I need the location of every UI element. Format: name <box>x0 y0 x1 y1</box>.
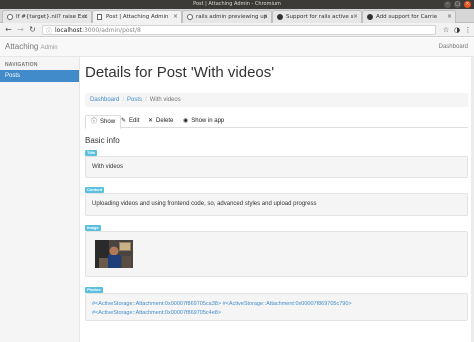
address-path: :3000/admin/post/8 <box>81 27 141 34</box>
field-value-content: Uploading videos and using frontend code… <box>85 193 468 216</box>
info-icon: ⓘ <box>91 119 98 125</box>
sidebar: NAVIGATION Posts <box>0 57 80 342</box>
breadcrumb-current: With videos <box>149 97 181 103</box>
globe-icon <box>7 14 13 20</box>
browser-tab-label: Support for rails active s <box>286 14 354 20</box>
browser-tab[interactable]: Add support for Carrie × <box>362 10 456 23</box>
close-tab-icon[interactable]: × <box>83 11 88 23</box>
breadcrumb: Dashboard / Posts / With videos <box>85 93 468 107</box>
image-thumbnail[interactable] <box>95 240 133 268</box>
browser-toolbar: ← → ↻ ⓘ localhost:3000/admin/post/8 ☆ ◑ … <box>0 23 474 37</box>
globe-icon <box>187 14 193 20</box>
remove-icon: ✕ <box>148 118 154 124</box>
page-icon <box>97 14 102 20</box>
tab-edit[interactable]: ✎ Edit <box>116 115 144 128</box>
browser-tab-label: rails admin previewing up <box>196 14 268 20</box>
tab-edit-label: Edit <box>129 118 140 124</box>
browser-tab-label: Post | Attaching Admin <box>106 14 169 20</box>
github-icon <box>277 14 283 20</box>
browser-tab[interactable]: rails admin previewing up × <box>182 10 272 23</box>
close-tab-icon[interactable]: × <box>263 11 268 23</box>
photos-line: #<ActiveStorage::Attachment:0x00007f8697… <box>92 301 352 307</box>
browser-tab-label: If #{target}.nil? raise Exc <box>16 14 88 20</box>
brand-subtitle: Admin <box>40 45 58 51</box>
breadcrumb-posts[interactable]: Posts <box>127 97 142 103</box>
photos-line: #<ActiveStorage::Attachment:0x00007f8697… <box>92 310 222 316</box>
tab-show-in-app-label: Show in app <box>191 118 225 124</box>
sidebar-heading: NAVIGATION <box>5 62 38 68</box>
brand-name: Attaching <box>5 42 39 51</box>
main-content: Details for Post 'With videos' Dashboard… <box>80 57 474 342</box>
extension-icon[interactable]: ◑ <box>452 25 462 35</box>
tab-delete[interactable]: ✕ Delete <box>143 115 178 128</box>
tab-delete-label: Delete <box>156 118 174 124</box>
pencil-icon: ✎ <box>121 118 127 124</box>
eye-icon: ◉ <box>183 118 189 124</box>
close-tab-icon[interactable]: × <box>353 11 358 23</box>
section-heading: Basic info <box>85 136 120 145</box>
browser-tab-active[interactable]: Post | Attaching Admin × <box>92 10 182 24</box>
reload-icon[interactable]: ↻ <box>27 24 38 35</box>
field-value-image <box>85 231 468 277</box>
close-tab-icon[interactable]: × <box>447 11 452 23</box>
breadcrumb-dashboard[interactable]: Dashboard <box>90 97 119 103</box>
menu-icon[interactable]: ⋮ <box>463 25 473 35</box>
address-host: localhost <box>55 27 82 34</box>
window-title: Post | Attaching Admin - Chromium <box>193 1 281 7</box>
window-titlebar: Post | Attaching Admin - Chromium – □ × <box>0 0 474 9</box>
field-value-photos: #<ActiveStorage::Attachment:0x00007f8697… <box>85 293 468 321</box>
brand-link[interactable]: Attaching Admin <box>5 42 58 51</box>
browser-tab[interactable]: Support for rails active s × <box>272 10 362 23</box>
bookmark-star-icon[interactable]: ☆ <box>441 25 451 35</box>
action-tabs: ⓘ Show ✎ Edit ✕ Delete ◉ Show in app <box>85 115 468 129</box>
info-icon: ⓘ <box>46 28 53 35</box>
tab-show-label: Show <box>100 119 116 125</box>
forward-icon[interactable]: → <box>15 24 26 35</box>
field-value-title: With videos <box>85 156 468 178</box>
tab-show-in-app[interactable]: ◉ Show in app <box>178 115 229 128</box>
breadcrumb-separator: / <box>145 97 147 103</box>
browser-tab[interactable]: If #{target}.nil? raise Exc × <box>2 10 92 23</box>
github-icon <box>367 14 373 20</box>
back-icon[interactable]: ← <box>3 24 14 35</box>
breadcrumb-separator: / <box>122 97 125 103</box>
close-window-icon[interactable]: × <box>464 1 471 8</box>
dashboard-link[interactable]: Dashboard <box>439 44 468 50</box>
browser-tabstrip: If #{target}.nil? raise Exc × Post | Att… <box>0 9 474 24</box>
app-navbar: Attaching Admin Dashboard <box>0 38 474 57</box>
maximize-icon[interactable]: □ <box>454 1 461 8</box>
close-tab-icon[interactable]: × <box>173 11 178 23</box>
page-title: Details for Post 'With videos' <box>85 64 275 81</box>
address-bar[interactable]: ⓘ localhost:3000/admin/post/8 <box>42 25 436 35</box>
browser-tab-label: Add support for Carrie <box>376 14 438 20</box>
sidebar-item-posts[interactable]: Posts <box>0 70 79 82</box>
minimize-icon[interactable]: – <box>444 1 451 8</box>
